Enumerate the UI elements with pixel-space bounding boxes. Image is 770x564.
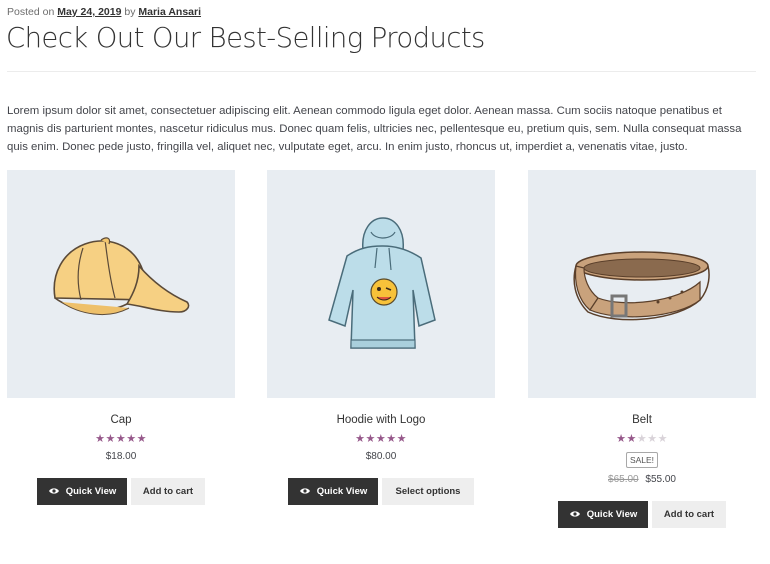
sale-price: $55.00 (645, 474, 676, 485)
product-image-hoodie[interactable] (267, 170, 495, 398)
product-price: $65.00 $55.00 (528, 474, 756, 488)
star-icon: ★ (636, 433, 648, 445)
product-image-belt[interactable] (528, 170, 756, 398)
product-card-belt: Belt ★★★★★ SALE! $65.00 $55.00 Quick Vie… (528, 170, 756, 528)
star-icon: ★ (386, 433, 397, 445)
star-icon: ★ (115, 433, 127, 445)
eye-icon (299, 487, 311, 495)
divider (7, 71, 756, 72)
post-excerpt: Lorem ipsum dolor sit amet, consectetuer… (7, 105, 742, 153)
post-date-link[interactable]: May 24, 2019 (57, 6, 121, 18)
star-icon: ★ (375, 433, 387, 445)
star-icon: ★ (626, 433, 637, 445)
cap-icon (53, 237, 190, 315)
post-meta: Posted on May 24, 2019 by Maria Ansari (7, 6, 201, 18)
add-to-cart-button[interactable]: Add to cart (131, 478, 205, 505)
page-title: Check Out Our Best-Selling Products (6, 22, 485, 54)
eye-icon (569, 510, 581, 518)
product-price: $80.00 (267, 451, 495, 465)
quick-view-label: Quick View (65, 486, 117, 497)
product-image-cap[interactable] (7, 170, 235, 398)
star-icon: ★ (355, 433, 366, 445)
product-actions: Quick View Add to cart (7, 478, 235, 505)
posted-on-label: Posted on (7, 6, 55, 18)
product-name[interactable]: Hoodie with Logo (267, 414, 495, 428)
star-icon: ★ (396, 433, 407, 445)
eye-icon (48, 487, 60, 495)
product-name[interactable]: Belt (528, 414, 756, 428)
star-icon: ★ (126, 433, 137, 445)
current-price: $18.00 (105, 451, 137, 462)
star-icon: ★ (136, 433, 147, 445)
product-price: $18.00 (7, 451, 235, 465)
star-icon: ★ (105, 433, 116, 445)
star-icon: ★ (647, 433, 658, 445)
star-icon: ★ (657, 433, 668, 445)
sale-badge: SALE! (626, 452, 658, 468)
star-rating: ★★★★★ (7, 433, 235, 445)
quick-view-button[interactable]: Quick View (37, 478, 127, 505)
product-actions: Quick View Select options (267, 478, 495, 505)
star-icon: ★ (616, 433, 627, 445)
belt-icon (573, 251, 710, 321)
select-options-button[interactable]: Select options (382, 478, 474, 505)
product-actions: Quick View Add to cart (528, 501, 756, 528)
author-link[interactable]: Maria Ansari (138, 6, 201, 18)
hoodie-icon (328, 217, 436, 349)
by-label: by (124, 6, 136, 18)
star-rating: ★★★★★ (267, 433, 495, 445)
regular-price: $65.00 (608, 474, 639, 485)
quick-view-button[interactable]: Quick View (288, 478, 378, 505)
product-card-hoodie: Hoodie with Logo ★★★★★ $80.00 Quick View… (267, 170, 495, 505)
quick-view-button[interactable]: Quick View (558, 501, 648, 528)
add-to-cart-button[interactable]: Add to cart (652, 501, 726, 528)
current-price: $80.00 (365, 451, 397, 462)
product-name[interactable]: Cap (7, 414, 235, 428)
quick-view-label: Quick View (316, 486, 368, 497)
star-icon: ★ (365, 433, 376, 445)
star-icon: ★ (95, 433, 106, 445)
quick-view-label: Quick View (586, 509, 638, 520)
product-card-cap: Cap ★★★★★ $18.00 Quick View Add to cart (7, 170, 235, 505)
star-rating: ★★★★★ (528, 433, 756, 445)
